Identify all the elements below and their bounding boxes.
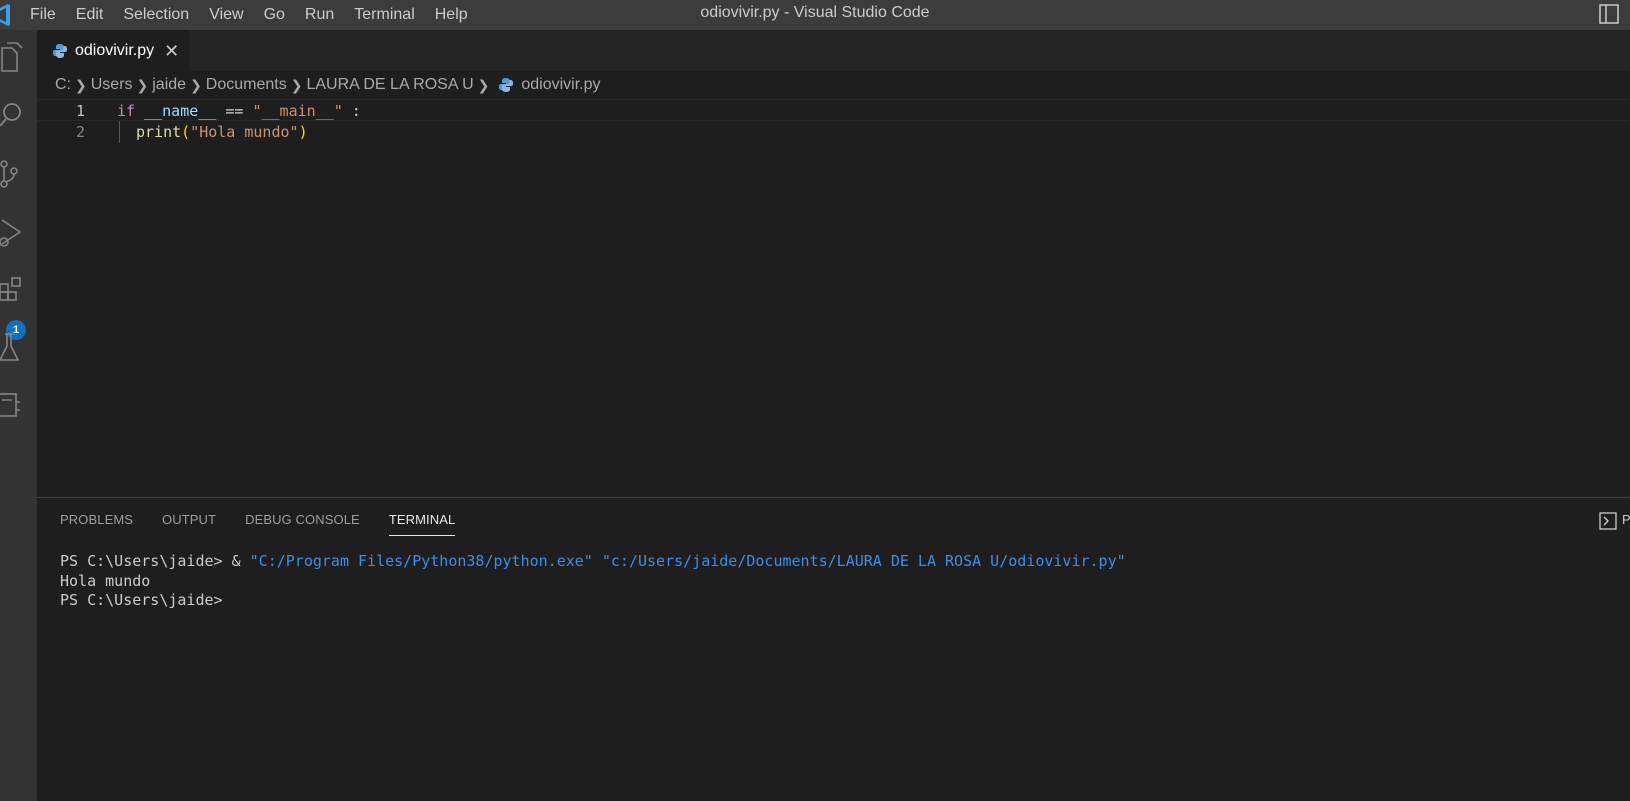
close-icon[interactable]: ✕ [164, 42, 179, 60]
menu-view[interactable]: View [199, 0, 253, 30]
code-line[interactable]: 1 if __name__ == "__main__" : [37, 99, 1630, 121]
menu-bar: File Edit Selection View Go Run Terminal… [20, 0, 478, 30]
terminal-script-path: "c:/Users/jaide/Documents/LAURA DE LA RO… [601, 552, 1126, 570]
breadcrumb-item-file[interactable]: odiovivir.py [521, 76, 600, 94]
run-debug-icon[interactable] [0, 212, 37, 252]
code-text: if __name__ == "__main__" : [117, 100, 361, 122]
remote-explorer-icon[interactable] [0, 386, 37, 426]
code-token: if [117, 102, 136, 120]
breadcrumb-item-drive[interactable]: C: [55, 76, 71, 94]
indent-guide [119, 121, 120, 143]
python-file-icon [499, 78, 514, 92]
menu-go[interactable]: Go [254, 0, 295, 30]
tab-odiovivir-py[interactable]: odiovivir.py ✕ [37, 30, 189, 71]
terminal-output[interactable]: PS C:\Users\jaide> & "C:/Program Files/P… [60, 552, 1620, 611]
code-token: ( [181, 123, 191, 141]
code-editor[interactable]: 1 if __name__ == "__main__" : 2 print("H… [37, 99, 1630, 497]
terminal-prompt: PS C:\Users\jaide> [60, 552, 232, 570]
editor-tab-bar: odiovivir.py ✕ [37, 30, 1630, 71]
tab-debug-console[interactable]: DEBUG CONSOLE [245, 512, 360, 536]
bottom-panel: PROBLEMS OUTPUT DEBUG CONSOLE TERMINAL P… [37, 497, 1630, 801]
extensions-icon[interactable] [0, 270, 37, 310]
chevron-right-icon: ❯ [190, 76, 202, 93]
source-control-icon[interactable] [0, 154, 37, 194]
terminal-line: PS C:\Users\jaide> [60, 591, 223, 609]
breadcrumb-item-users[interactable]: Users [91, 76, 133, 94]
code-token: : [342, 102, 361, 120]
breadcrumb: C: ❯ Users ❯ jaide ❯ Documents ❯ LAURA D… [37, 71, 1630, 99]
menu-edit[interactable]: Edit [66, 0, 114, 30]
code-text: print("Hola mundo") [136, 121, 308, 143]
chevron-right-icon: ❯ [75, 76, 87, 93]
line-number: 1 [75, 102, 85, 120]
activity-bar: 1 [0, 30, 37, 801]
vscode-logo-icon [0, 4, 10, 26]
terminal-shell-icon[interactable] [1599, 512, 1617, 530]
code-token: "__main__" [252, 102, 343, 120]
code-line[interactable]: 2 print("Hola mundo") [37, 121, 1630, 143]
terminal-exe-path: "C:/Program Files/Python38/python.exe" [249, 552, 593, 570]
terminal-space [593, 552, 602, 570]
chevron-right-icon: ❯ [290, 76, 303, 93]
menu-selection[interactable]: Selection [113, 0, 199, 30]
tab-terminal[interactable]: TERMINAL [388, 512, 456, 536]
panel-tabs: PROBLEMS OUTPUT DEBUG CONSOLE TERMINAL [60, 512, 484, 536]
breadcrumb-item-jaide[interactable]: jaide [152, 76, 186, 94]
menu-help[interactable]: Help [425, 0, 478, 30]
title-bar: File Edit Selection View Go Run Terminal… [0, 0, 1630, 30]
tab-label: odiovivir.py [75, 41, 155, 59]
search-icon[interactable] [0, 96, 37, 136]
terminal-line: PS C:\Users\jaide> & "C:/Program Files/P… [60, 552, 1620, 572]
files-icon[interactable] [0, 38, 37, 78]
menu-terminal[interactable]: Terminal [344, 0, 424, 30]
terminal-shell-label[interactable]: P [1622, 512, 1630, 527]
breadcrumb-item-folder[interactable]: LAURA DE LA ROSA U [306, 76, 473, 94]
code-token: print [136, 123, 182, 141]
code-token: "Hola mundo" [190, 123, 299, 141]
terminal-operator: & [231, 552, 250, 570]
tab-output[interactable]: OUTPUT [162, 512, 216, 536]
code-token: __name__ [144, 102, 217, 120]
menu-file[interactable]: File [20, 0, 66, 30]
code-token: ) [298, 123, 308, 141]
testing-icon[interactable] [0, 328, 37, 368]
python-file-icon [53, 43, 67, 58]
chevron-right-icon: ❯ [477, 76, 490, 93]
menu-run[interactable]: Run [295, 0, 344, 30]
terminal-line: Hola mundo [60, 571, 151, 590]
chevron-right-icon: ❯ [136, 76, 149, 93]
breadcrumb-item-documents[interactable]: Documents [206, 76, 287, 94]
line-number: 2 [75, 123, 85, 141]
tab-problems[interactable]: PROBLEMS [60, 512, 133, 536]
toggle-sidebar-layout-icon[interactable] [1598, 3, 1620, 25]
code-token: == [216, 102, 253, 120]
